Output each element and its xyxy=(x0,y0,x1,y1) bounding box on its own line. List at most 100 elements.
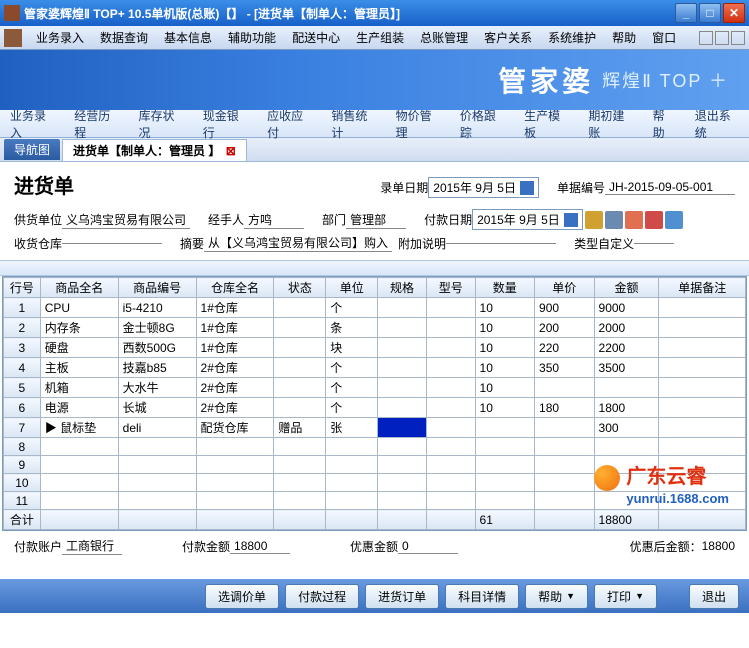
cell[interactable] xyxy=(535,378,594,398)
cell[interactable] xyxy=(475,492,534,510)
menu-aux[interactable]: 辅助功能 xyxy=(220,29,284,46)
cell[interactable]: ▶ 鼠标垫 xyxy=(40,418,118,438)
btn-select-price[interactable]: 选调价单 xyxy=(205,584,279,609)
cell[interactable] xyxy=(40,438,118,456)
cell[interactable]: 11 xyxy=(4,492,41,510)
cell[interactable]: 条 xyxy=(326,318,378,338)
cell[interactable]: 1#仓库 xyxy=(196,318,274,338)
menu-basic-info[interactable]: 基本信息 xyxy=(156,29,220,46)
disc-value[interactable]: 0 xyxy=(398,539,458,554)
tool-cash[interactable]: 现金银行 xyxy=(193,110,257,137)
table-row[interactable]: 9 xyxy=(4,456,746,474)
cell[interactable]: 4 xyxy=(4,358,41,378)
tool-salesstat[interactable]: 销售统计 xyxy=(321,110,385,137)
cell[interactable]: 配货仓库 xyxy=(196,418,274,438)
cell[interactable] xyxy=(426,438,475,456)
cell[interactable] xyxy=(594,474,659,492)
cell[interactable]: 2 xyxy=(4,318,41,338)
tag-icon[interactable] xyxy=(645,211,663,229)
tool-biz-entry[interactable]: 业务录入 xyxy=(0,110,64,137)
cell[interactable] xyxy=(535,456,594,474)
cell[interactable]: 5 xyxy=(4,378,41,398)
cell[interactable] xyxy=(426,338,475,358)
cell[interactable] xyxy=(274,438,326,456)
cell[interactable] xyxy=(378,338,427,358)
cell[interactable] xyxy=(196,438,274,456)
cell[interactable] xyxy=(594,378,659,398)
col-header[interactable]: 商品全名 xyxy=(40,278,118,298)
handler-value[interactable]: 方鸣 xyxy=(244,211,304,229)
col-header[interactable]: 商品编号 xyxy=(118,278,196,298)
cell[interactable]: deli xyxy=(118,418,196,438)
col-header[interactable]: 型号 xyxy=(426,278,475,298)
entry-date-picker[interactable]: 2015年 9月 5日 xyxy=(428,177,539,198)
cell[interactable]: 2#仓库 xyxy=(196,398,274,418)
maximize-button[interactable]: □ xyxy=(699,3,721,23)
cell[interactable]: 300 xyxy=(594,418,659,438)
cell[interactable]: 10 xyxy=(475,298,534,318)
cell[interactable]: 900 xyxy=(535,298,594,318)
col-header[interactable]: 数量 xyxy=(475,278,534,298)
cell[interactable] xyxy=(378,418,427,438)
cell[interactable] xyxy=(274,298,326,318)
cell[interactable] xyxy=(40,474,118,492)
custom-value[interactable] xyxy=(634,243,674,244)
tool-history[interactable]: 经营历程 xyxy=(64,110,128,137)
menu-window[interactable]: 窗口 xyxy=(644,29,684,46)
pay-amt-value[interactable]: 18800 xyxy=(230,539,290,554)
gear-icon[interactable] xyxy=(605,211,623,229)
cell[interactable] xyxy=(475,438,534,456)
cell[interactable]: 2#仓库 xyxy=(196,378,274,398)
supplier-value[interactable]: 义乌鸿宝贸易有限公司 xyxy=(62,211,190,229)
btn-help[interactable]: 帮助▼ xyxy=(525,584,588,609)
cell[interactable] xyxy=(196,474,274,492)
cell[interactable]: 技嘉b85 xyxy=(118,358,196,378)
btn-payment[interactable]: 付款过程 xyxy=(285,584,359,609)
cell[interactable] xyxy=(535,492,594,510)
cell[interactable]: 1#仓库 xyxy=(196,338,274,358)
cell[interactable]: 主板 xyxy=(40,358,118,378)
cell[interactable] xyxy=(426,298,475,318)
menu-production[interactable]: 生产组装 xyxy=(348,29,412,46)
cell[interactable]: 硬盘 xyxy=(40,338,118,358)
cell[interactable] xyxy=(378,492,427,510)
tool-arap[interactable]: 应收应付 xyxy=(257,110,321,137)
cell[interactable]: 金士顿8G xyxy=(118,318,196,338)
tool-help[interactable]: 帮助 xyxy=(643,110,685,137)
cell[interactable] xyxy=(118,492,196,510)
cell[interactable] xyxy=(426,398,475,418)
dropdown-icon[interactable] xyxy=(564,213,578,227)
cell[interactable] xyxy=(535,438,594,456)
table-row[interactable]: 6电源长城2#仓库个101801800 xyxy=(4,398,746,418)
cell[interactable] xyxy=(378,474,427,492)
cell[interactable] xyxy=(659,474,746,492)
cell[interactable]: 8 xyxy=(4,438,41,456)
cell[interactable]: 长城 xyxy=(118,398,196,418)
btn-subject-detail[interactable]: 科目详情 xyxy=(445,584,519,609)
cell[interactable]: 7 xyxy=(4,418,41,438)
cell[interactable]: 200 xyxy=(535,318,594,338)
cell[interactable]: 1 xyxy=(4,298,41,318)
col-header[interactable]: 单据备注 xyxy=(659,278,746,298)
mdi-restore-icon[interactable] xyxy=(715,31,729,45)
cell[interactable]: i5-4210 xyxy=(118,298,196,318)
cell[interactable]: 9000 xyxy=(594,298,659,318)
cell[interactable] xyxy=(40,492,118,510)
table-row[interactable]: 1CPUi5-42101#仓库个109009000 xyxy=(4,298,746,318)
col-header[interactable]: 仓库全名 xyxy=(196,278,274,298)
col-header[interactable]: 规格 xyxy=(378,278,427,298)
cell[interactable]: 10 xyxy=(475,338,534,358)
note-value[interactable] xyxy=(446,243,556,244)
cell[interactable] xyxy=(659,438,746,456)
cell[interactable] xyxy=(196,492,274,510)
cell[interactable]: 180 xyxy=(535,398,594,418)
cell[interactable]: 大水牛 xyxy=(118,378,196,398)
table-row[interactable]: 8 xyxy=(4,438,746,456)
cell[interactable] xyxy=(535,418,594,438)
tool-price[interactable]: 物价管理 xyxy=(386,110,450,137)
cell[interactable] xyxy=(378,298,427,318)
dropdown-icon[interactable] xyxy=(520,181,534,195)
summary-value[interactable]: 从【义乌鸿宝贸易有限公司】购入 xyxy=(204,234,392,252)
cell[interactable] xyxy=(659,358,746,378)
cell[interactable] xyxy=(659,492,746,510)
